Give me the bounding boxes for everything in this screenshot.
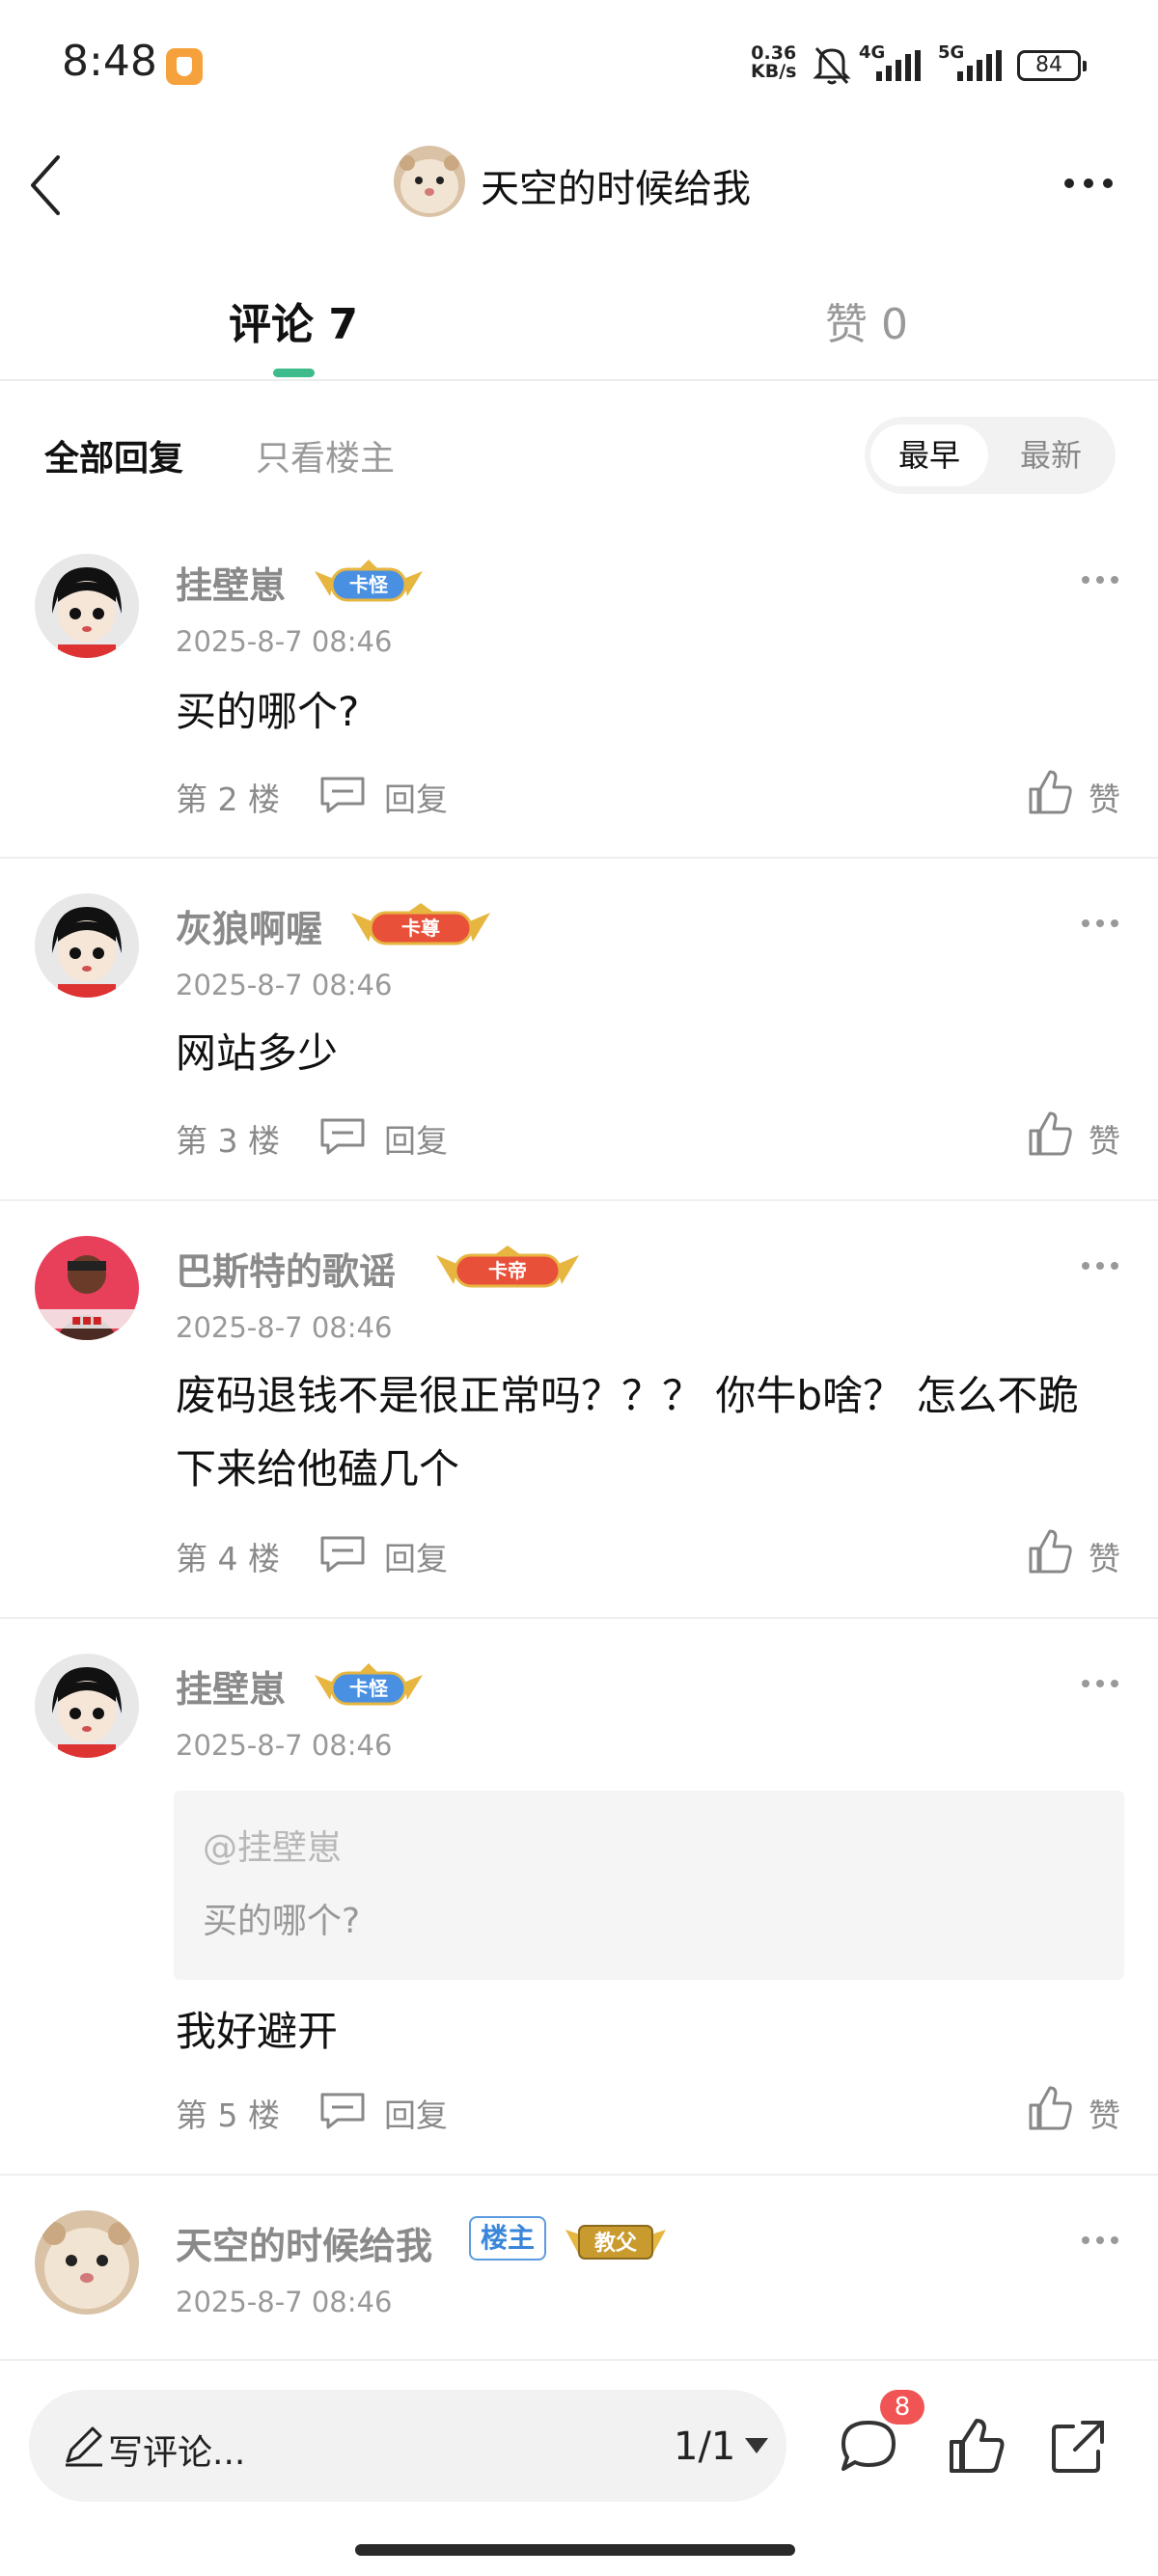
avatar[interactable]	[35, 893, 139, 998]
thread-author-title[interactable]: 天空的时候给我	[481, 157, 751, 213]
reply-button[interactable]: 回复	[384, 2090, 448, 2136]
reply-bubble-icon[interactable]	[318, 1534, 367, 1573]
tab-likes[interactable]: 赞 0	[825, 289, 908, 351]
more-dots-icon[interactable]	[1079, 2233, 1121, 2247]
filter-all-replies[interactable]: 全部回复	[44, 430, 183, 480]
tab-bar: 评论 7 赞 0	[0, 280, 1158, 381]
avatar[interactable]: ▪▪▪	[35, 1236, 139, 1340]
avatar[interactable]	[35, 1654, 139, 1758]
comment-item: 挂壁崽 卡怪 2025-8-7 08:46 买的哪个? 第 2 楼 回复 赞	[0, 519, 1158, 859]
comment-item: ▪▪▪ 巴斯特的歌谣 卡帝 2025-8-7 08:46 废码退钱不是很正常吗？…	[0, 1201, 1158, 1619]
reply-bubble-icon[interactable]	[318, 775, 367, 813]
comment-time: 2025-8-7 08:46	[176, 1729, 393, 1762]
network-speed-unit: KB/s	[751, 61, 797, 82]
level-badge-icon: 教父	[565, 2225, 666, 2260]
comment-item: 天空的时候给我 楼主 教父 2025-8-7 08:46	[0, 2176, 1158, 2359]
more-dots-icon[interactable]	[1079, 917, 1121, 930]
quote-mention: @挂壁崽	[203, 1828, 343, 1868]
app-notification-icon	[166, 48, 203, 85]
comment-time: 2025-8-7 08:46	[176, 625, 393, 658]
op-host-tag: 楼主	[469, 2216, 547, 2261]
level-badge-label: 卡尊	[401, 917, 440, 940]
comment-text: 我好避开	[176, 2008, 339, 2055]
comment-text: 网站多少	[176, 1029, 339, 1077]
comment-text: 买的哪个?	[176, 688, 360, 735]
level-badge-label: 卡怪	[349, 1677, 389, 1700]
like-button[interactable]: 赞	[1089, 1533, 1120, 1579]
bell-muted-icon	[813, 47, 851, 85]
commenter-name[interactable]: 灰狼啊喔	[176, 899, 322, 952]
floor-number: 第 3 楼	[176, 1122, 280, 1160]
like-button[interactable]: 赞	[1089, 1115, 1120, 1162]
like-button[interactable]: 赞	[1089, 2090, 1120, 2136]
reply-bubble-icon[interactable]	[318, 1116, 367, 1155]
status-time: 8:48	[62, 37, 157, 86]
sort-latest-button[interactable]: 最新	[992, 425, 1110, 486]
floor-number: 第 5 楼	[176, 2096, 280, 2134]
reply-button[interactable]: 回复	[384, 1115, 448, 1162]
reply-button[interactable]: 回复	[384, 1533, 448, 1579]
like-button[interactable]: 赞	[1089, 774, 1120, 820]
more-dots-icon[interactable]	[1079, 1677, 1121, 1690]
quote-text: 买的哪个?	[203, 1902, 361, 1941]
comment-count-badge: 8	[880, 2390, 924, 2425]
comment-item: 灰狼啊喔 卡尊 2025-8-7 08:46 网站多少 第 3 楼 回复 赞	[0, 859, 1158, 1201]
avatar[interactable]	[35, 554, 139, 658]
floor-number: 第 2 楼	[176, 781, 280, 818]
tab-active-indicator	[273, 369, 315, 377]
filter-op-only[interactable]: 只看楼主	[256, 430, 395, 480]
comment-time: 2025-8-7 08:46	[176, 1311, 393, 1344]
signal-bars-icon	[876, 50, 921, 81]
commenter-name[interactable]: 天空的时候给我	[176, 2216, 432, 2269]
more-dots-icon[interactable]	[1079, 1259, 1121, 1273]
commenter-name[interactable]: 挂壁崽	[176, 1659, 286, 1713]
thumbs-up-icon[interactable]	[1027, 768, 1073, 816]
thumbs-up-icon[interactable]	[946, 2415, 1007, 2477]
thumbs-up-icon[interactable]	[1027, 2084, 1073, 2132]
status-bar: 8:48 0.36 KB/s 4G 5G 84	[0, 0, 1158, 130]
signal-bars-icon	[957, 50, 1002, 81]
quoted-comment[interactable]: @挂壁崽 买的哪个?	[174, 1791, 1124, 1980]
level-badge-icon: 卡怪	[315, 560, 423, 602]
pen-icon	[66, 2426, 102, 2467]
level-badge-label: 卡怪	[349, 573, 389, 596]
reply-bubble-icon[interactable]	[318, 2091, 367, 2129]
comment-bubble-icon[interactable]	[838, 2415, 899, 2477]
caret-down-icon[interactable]	[743, 2436, 770, 2455]
level-badge-icon: 卡怪	[315, 1663, 423, 1706]
more-dots-icon[interactable]	[1060, 169, 1117, 198]
avatar[interactable]	[35, 2210, 139, 2315]
composer-placeholder[interactable]: 写评论...	[108, 2425, 245, 2475]
level-badge-label: 教父	[594, 2231, 638, 2256]
header-avatar[interactable]	[394, 146, 465, 217]
sort-toggle: 最早 最新	[865, 417, 1116, 494]
share-icon[interactable]	[1048, 2415, 1110, 2477]
tab-comments[interactable]: 评论 7	[229, 289, 358, 351]
app-header: 天空的时候给我	[0, 130, 1158, 246]
sort-earliest-button[interactable]: 最早	[870, 425, 988, 486]
svg-text:▪▪▪: ▪▪▪	[71, 1310, 103, 1329]
home-indicator[interactable]	[355, 2544, 795, 2556]
battery-indicator: 84	[1017, 50, 1087, 81]
comment-filter-bar: 全部回复 只看楼主 最早 最新	[0, 405, 1158, 502]
comment-time: 2025-8-7 08:46	[176, 2286, 393, 2318]
chevron-left-icon[interactable]	[27, 151, 66, 219]
comment-composer[interactable]: 写评论... 1/1	[29, 2390, 786, 2502]
comment-text: 废码退钱不是很正常吗？？？ 你牛b啥？ 怎么不跪下来给他磕几个	[176, 1372, 1079, 1493]
level-badge-icon: 卡尊	[351, 903, 490, 945]
comment-time: 2025-8-7 08:46	[176, 969, 393, 1001]
more-dots-icon[interactable]	[1079, 573, 1121, 587]
floor-number: 第 4 楼	[176, 1540, 280, 1577]
network-speed: 0.36 KB/s	[751, 44, 796, 81]
commenter-name[interactable]: 挂壁崽	[176, 556, 286, 609]
commenter-name[interactable]: 巴斯特的歌谣	[176, 1242, 396, 1295]
page-indicator[interactable]: 1/1	[674, 2425, 735, 2469]
comment-item: 挂壁崽 卡怪 2025-8-7 08:46 @挂壁崽 买的哪个? 我好避开 第 …	[0, 1619, 1158, 2176]
thumbs-up-icon[interactable]	[1027, 1527, 1073, 1576]
reply-button[interactable]: 回复	[384, 774, 448, 820]
thumbs-up-icon[interactable]	[1027, 1110, 1073, 1158]
level-badge-label: 卡帝	[488, 1259, 527, 1282]
level-badge-icon: 卡帝	[436, 1246, 579, 1288]
